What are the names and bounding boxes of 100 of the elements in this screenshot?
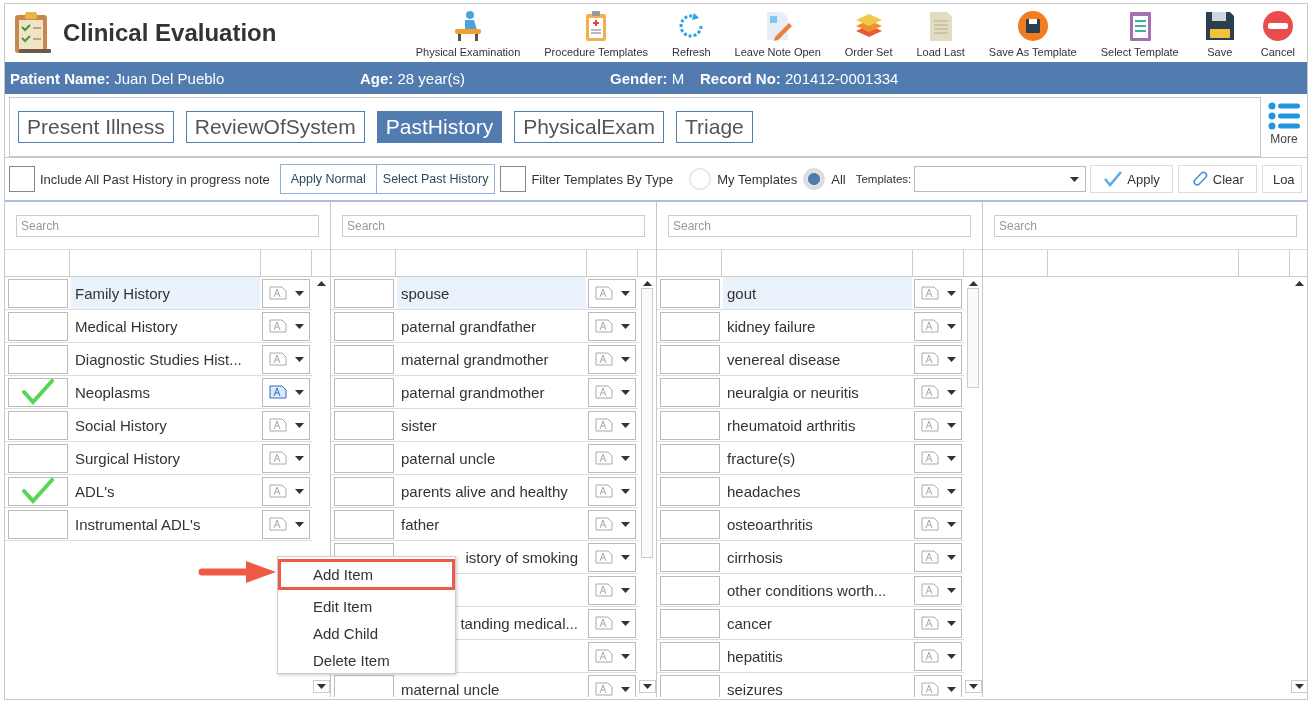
list-row[interactable]: paternal grandfather: [331, 310, 638, 343]
note-dropdown[interactable]: [262, 443, 310, 473]
list-row[interactable]: osteoarthritis: [657, 508, 964, 541]
tab[interactable]: PhysicalExam: [514, 111, 665, 143]
note-dropdown[interactable]: [588, 674, 636, 697]
list-row[interactable]: headaches: [657, 475, 964, 508]
tab[interactable]: ReviewOfSystem: [185, 111, 365, 143]
toolbar-button[interactable]: Leave Note Open: [722, 7, 833, 62]
list-row[interactable]: Social History: [5, 409, 312, 442]
list-row[interactable]: neuralgia or neuritis: [657, 376, 964, 409]
checkbox-cell[interactable]: [334, 344, 394, 374]
list-row[interactable]: maternal grandmother: [331, 343, 638, 376]
radio-button[interactable]: [803, 168, 826, 190]
list-row[interactable]: parents alive and healthy: [331, 475, 638, 508]
toolbar-button[interactable]: Procedure Templates: [532, 7, 661, 62]
note-dropdown[interactable]: [262, 410, 310, 440]
scrollbar-thumb[interactable]: [641, 288, 653, 558]
checkbox-cell[interactable]: [660, 542, 720, 572]
note-dropdown[interactable]: [588, 509, 636, 539]
checkbox-cell[interactable]: [660, 641, 720, 671]
list-row[interactable]: cancer: [657, 607, 964, 640]
note-dropdown[interactable]: [914, 344, 962, 374]
checkbox-cell[interactable]: [660, 674, 720, 697]
checkbox-cell[interactable]: [8, 311, 68, 341]
list-row[interactable]: rheumatoid arthritis: [657, 409, 964, 442]
scroll-up-icon[interactable]: [642, 281, 652, 286]
more-button[interactable]: More: [1261, 97, 1307, 157]
note-dropdown[interactable]: [914, 311, 962, 341]
note-dropdown[interactable]: [262, 278, 310, 308]
search-field[interactable]: Search: [668, 215, 971, 237]
checkbox-cell[interactable]: [660, 344, 720, 374]
note-dropdown[interactable]: [262, 509, 310, 539]
checkbox-cell[interactable]: [334, 476, 394, 506]
apply-button[interactable]: Apply: [1090, 165, 1173, 193]
checkbox-cell[interactable]: [660, 377, 720, 407]
note-dropdown[interactable]: [914, 641, 962, 671]
list-row[interactable]: Diagnostic Studies Hist...: [5, 343, 312, 376]
note-dropdown[interactable]: [588, 410, 636, 440]
toolbar-button[interactable]: Save As Template: [976, 7, 1089, 62]
checkbox-cell[interactable]: [8, 476, 68, 506]
list-row[interactable]: other conditions worth...: [657, 574, 964, 607]
toolbar-button[interactable]: Physical Examination: [403, 7, 533, 62]
checkbox-cell[interactable]: [8, 278, 68, 308]
search-field[interactable]: Search: [16, 215, 319, 237]
checkbox-cell[interactable]: [334, 278, 394, 308]
list-row[interactable]: sister: [331, 409, 638, 442]
checkbox-cell[interactable]: [660, 410, 720, 440]
note-dropdown[interactable]: [914, 575, 962, 605]
scroll-up-icon[interactable]: [1294, 281, 1304, 286]
checkbox-cell[interactable]: [660, 311, 720, 341]
scroll-down-icon[interactable]: [1290, 680, 1307, 693]
checkbox-cell[interactable]: [334, 377, 394, 407]
checkbox-cell[interactable]: [660, 608, 720, 638]
checkbox-cell[interactable]: [8, 377, 68, 407]
note-dropdown[interactable]: [914, 608, 962, 638]
scroll-down-icon[interactable]: [312, 680, 330, 693]
note-dropdown[interactable]: [262, 311, 310, 341]
note-dropdown[interactable]: [262, 377, 310, 407]
scroll-up-icon[interactable]: [316, 281, 326, 286]
list-row[interactable]: Surgical History: [5, 442, 312, 475]
list-row[interactable]: kidney failure: [657, 310, 964, 343]
select-past-history-button[interactable]: Select Past History: [376, 164, 496, 194]
toolbar-button[interactable]: Save: [1190, 7, 1249, 62]
list-row[interactable]: paternal grandmother: [331, 376, 638, 409]
note-dropdown[interactable]: [588, 443, 636, 473]
tab[interactable]: Triage: [676, 111, 753, 143]
list-row[interactable]: father: [331, 508, 638, 541]
checkbox-cell[interactable]: [660, 509, 720, 539]
checkbox-cell[interactable]: [334, 410, 394, 440]
checkbox-cell[interactable]: [660, 443, 720, 473]
templates-dropdown[interactable]: [914, 166, 1087, 192]
search-field[interactable]: Search: [342, 215, 645, 237]
list-row[interactable]: seizures: [657, 673, 964, 697]
menu-item[interactable]: Add Item: [278, 559, 455, 590]
scroll-down-icon[interactable]: [964, 680, 982, 693]
checkbox-cell[interactable]: [660, 476, 720, 506]
note-dropdown[interactable]: [914, 509, 962, 539]
scrollbar-thumb[interactable]: [967, 288, 979, 388]
load-button[interactable]: Loa: [1261, 165, 1302, 193]
note-dropdown[interactable]: [588, 311, 636, 341]
checkbox-cell[interactable]: [8, 410, 68, 440]
note-dropdown[interactable]: [588, 641, 636, 671]
toolbar-button[interactable]: Load Last: [904, 7, 977, 62]
toolbar-button[interactable]: Select Template: [1088, 7, 1191, 62]
list-row[interactable]: fracture(s): [657, 442, 964, 475]
apply-normal-button[interactable]: Apply Normal: [279, 164, 377, 194]
checkbox-cell[interactable]: [8, 509, 68, 539]
checkbox-cell[interactable]: [660, 278, 720, 308]
note-dropdown[interactable]: [914, 674, 962, 697]
list-row[interactable]: venereal disease: [657, 343, 964, 376]
list-row[interactable]: paternal uncle: [331, 442, 638, 475]
search-field[interactable]: Search: [994, 215, 1297, 237]
checkbox-cell[interactable]: [334, 443, 394, 473]
note-dropdown[interactable]: [262, 344, 310, 374]
toolbar-button[interactable]: Refresh: [660, 7, 723, 62]
radio-button[interactable]: [689, 168, 712, 190]
tab[interactable]: Present Illness: [18, 111, 174, 143]
list-row[interactable]: cirrhosis: [657, 541, 964, 574]
checkbox-cell[interactable]: [334, 509, 394, 539]
note-dropdown[interactable]: [914, 410, 962, 440]
